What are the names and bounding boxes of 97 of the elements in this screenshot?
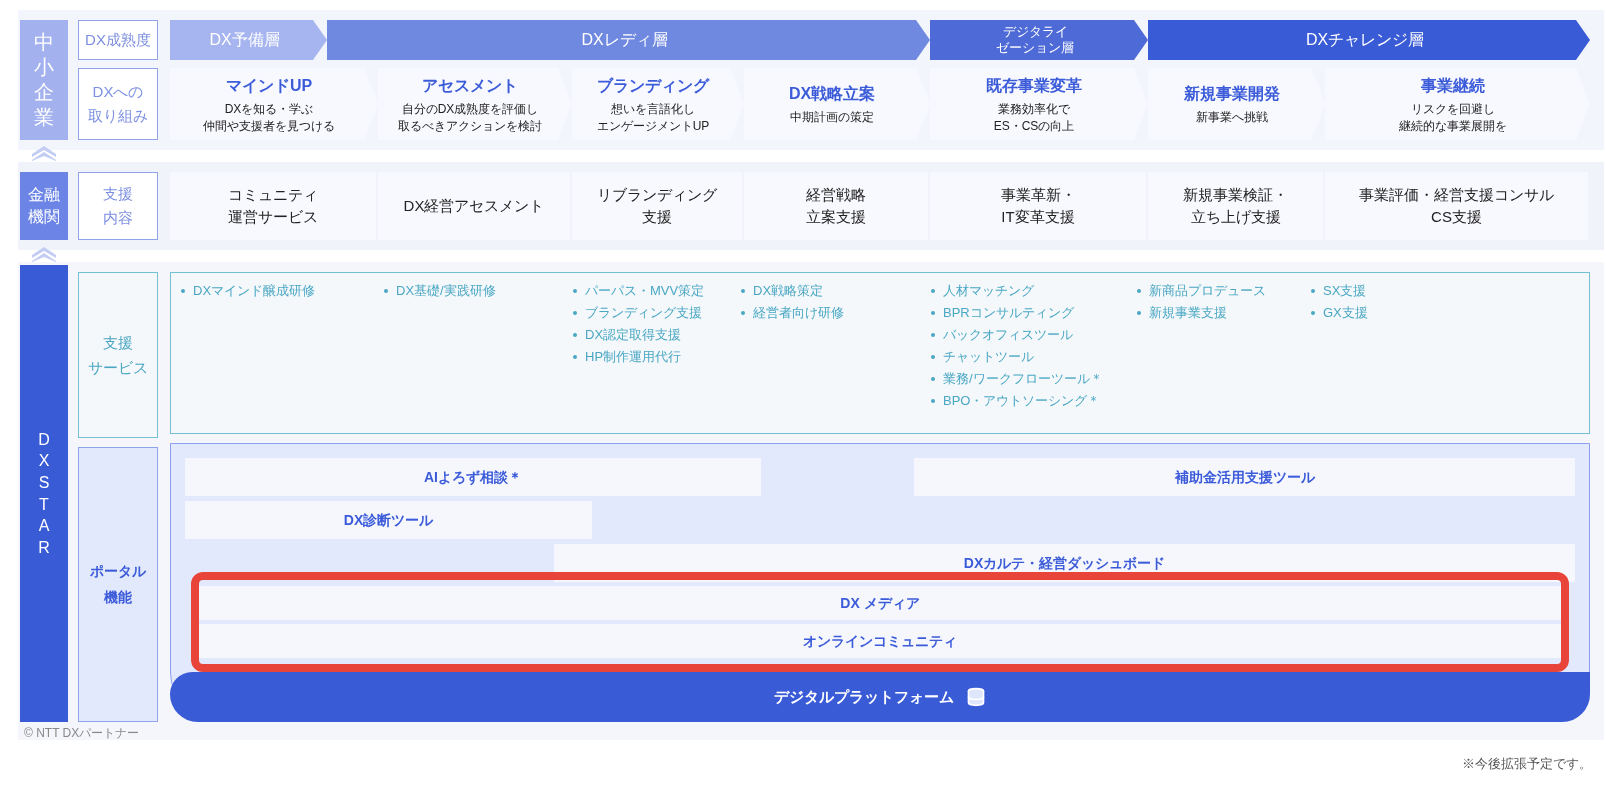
phase-label: DXレディ層 [581, 30, 668, 50]
service-item: SX支援 [1323, 282, 1367, 300]
bullet-icon [1311, 288, 1315, 293]
step-description: 想いを言語化し [611, 101, 695, 118]
step-description: 業務効率化で [998, 101, 1070, 118]
phase-label: デジタライ [1002, 23, 1068, 40]
step-title: ブランディング [597, 76, 709, 97]
bullet-icon [573, 332, 577, 337]
support-label: 新規事業検証・ [1183, 184, 1288, 205]
service-item: 人材マッチング [943, 282, 1034, 300]
portal-feature: AIよろず相談＊ [185, 458, 761, 496]
row-label: DX成熟度 [78, 20, 158, 60]
service-item: BPO・アウトソーシング＊ [943, 392, 1101, 410]
chevron-up-icon [29, 145, 59, 161]
step-description: ES・CSの向上 [993, 117, 1075, 134]
step-title: 新規事業開発 [1183, 84, 1280, 105]
bullet-icon [384, 288, 388, 293]
service-item: DX基礎/実践研修 [396, 282, 496, 300]
bullet-icon [931, 376, 935, 381]
bullet-icon [181, 288, 185, 293]
service-item: DX戦略策定 [753, 282, 824, 300]
service-item: チャットツール [943, 348, 1034, 366]
step-description: 自分のDX成熟度を評価し [401, 101, 539, 118]
step-description: DXを知る・学ぶ [224, 101, 314, 118]
bullet-icon [931, 288, 935, 293]
row-label: DXSTAR [37, 429, 51, 558]
step-description: 継続的な事業展開を [1398, 117, 1507, 134]
support-label: 支援 [642, 207, 672, 227]
service-item: 新規事業支援 [1149, 304, 1227, 322]
service-item: DX認定取得支援 [585, 326, 682, 344]
support-label: リブランディング [597, 184, 717, 205]
bullet-icon [741, 288, 745, 293]
service-item: 新商品プロデュース [1149, 282, 1266, 300]
service-item: GX支援 [1323, 304, 1368, 322]
portal-feature: 補助金活用支援ツール [914, 458, 1575, 496]
bullet-icon [741, 310, 745, 315]
step-title: マインドUP [225, 76, 313, 97]
support-label: CS支援 [1431, 207, 1482, 227]
footnote-text: ※今後拡張予定です。 [1462, 755, 1592, 773]
bullet-icon [1137, 288, 1141, 293]
step-title: アセスメント [422, 76, 518, 97]
support-label: DX経営アセスメント [403, 195, 545, 216]
bullet-icon [1137, 310, 1141, 315]
row-label: サービス [88, 358, 148, 378]
bullet-icon [931, 332, 935, 337]
step-description: エンゲージメントUP [596, 117, 710, 134]
row-label: 機関 [28, 207, 60, 227]
service-item: 経営者向け研修 [753, 304, 844, 322]
service-item: パーパス・MVV策定 [585, 282, 705, 300]
support-label: 立案支援 [806, 207, 866, 227]
phase-label: ゼーション層 [996, 40, 1074, 57]
portal-feature: オンラインコミュニティ [199, 624, 1561, 658]
service-item: 業務/ワークフローツール＊ [943, 370, 1103, 388]
bullet-icon [931, 398, 935, 403]
step-description: 新事業へ挑戦 [1195, 109, 1268, 126]
service-item: DXマインド醸成研修 [193, 282, 316, 300]
service-item: ブランディング支援 [585, 304, 702, 322]
support-label: 事業評価・経営支援コンサル [1359, 184, 1554, 205]
portal-feature: DX メディア [199, 586, 1561, 620]
database-icon [966, 687, 986, 707]
bullet-icon [573, 354, 577, 359]
step-description: リスクを回避し [1410, 101, 1495, 118]
row-label: ポータル [90, 562, 146, 582]
service-item: HP制作運用代行 [585, 348, 682, 366]
phase-label: DXチャレンジ層 [1305, 30, 1425, 50]
row-label: 取り組み [88, 106, 148, 126]
row-label: 内容 [103, 208, 133, 228]
row-label: 中小企業 [34, 30, 54, 130]
row-label: 機能 [104, 587, 132, 607]
portal-feature: DX診断ツール [185, 501, 592, 539]
platform-label: デジタルプラットフォーム [774, 686, 954, 707]
support-label: 事業革新・ [1000, 184, 1076, 205]
service-item: バックオフィスツール [943, 326, 1073, 344]
copyright-text: © NTT DXパートナー [24, 725, 140, 742]
row-label: 支援 [103, 184, 133, 204]
support-label: 立ち上げ支援 [1190, 207, 1281, 227]
bullet-icon [931, 354, 935, 359]
service-item: BPRコンサルティング [943, 304, 1074, 322]
support-label: 運営サービス [228, 207, 318, 227]
bullet-icon [573, 288, 577, 293]
support-label: IT変革支援 [1001, 207, 1075, 227]
bullet-icon [573, 310, 577, 315]
row-label: 支援 [103, 332, 133, 353]
phase-label: DX予備層 [209, 30, 280, 50]
step-description: 仲間や支援者を見つける [203, 117, 335, 134]
bullet-icon [931, 310, 935, 315]
step-title: DX戦略立案 [788, 84, 876, 105]
chevron-up-icon [29, 246, 59, 262]
step-description: 中期計画の策定 [790, 109, 874, 126]
step-title: 既存事業変革 [986, 76, 1082, 97]
support-label: 経営戦略 [806, 184, 866, 205]
bullet-icon [1311, 310, 1315, 315]
support-label: コミュニティ [228, 184, 318, 205]
row-label: DXへの [92, 82, 144, 102]
step-title: 事業継続 [1420, 76, 1485, 97]
step-description: 取るべきアクションを検討 [398, 117, 542, 134]
row-label: 金融 [28, 184, 60, 205]
